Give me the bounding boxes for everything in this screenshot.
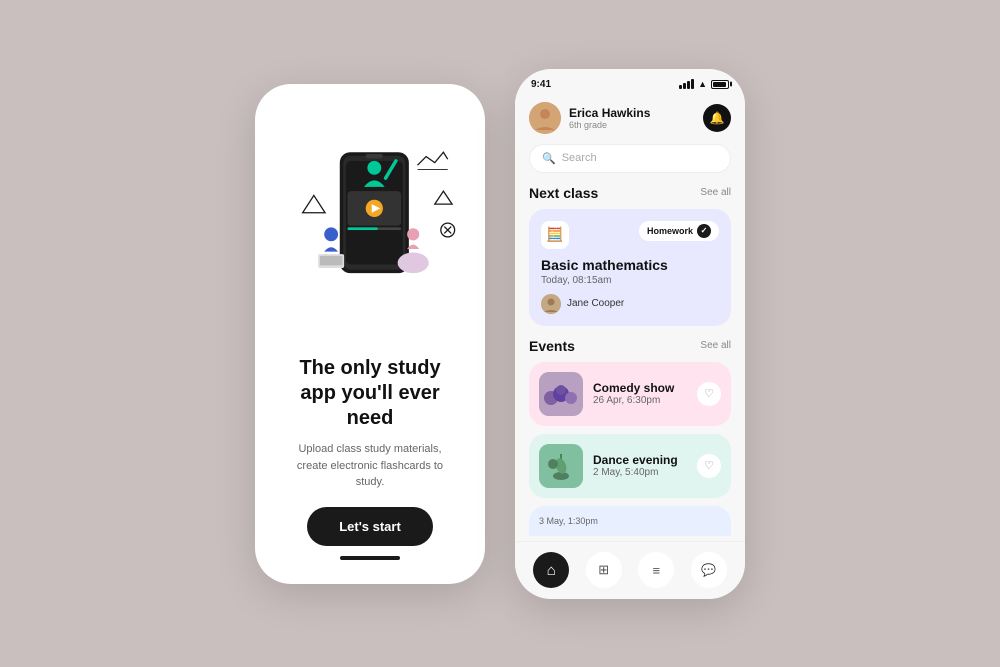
teacher-avatar <box>541 294 561 314</box>
next-class-header: Next class See all <box>515 185 745 209</box>
nav-home-button[interactable]: ⌂ <box>533 552 569 588</box>
events-header: Events See all <box>515 338 745 362</box>
battery-icon <box>711 80 729 89</box>
notification-bell-button[interactable]: 🔔 <box>703 104 731 132</box>
calculator-icon: 🧮 <box>541 221 569 249</box>
event-card-2[interactable]: Dance evening 2 May, 5:40pm ♡ <box>529 434 731 498</box>
nav-chat-button[interactable]: 💬 <box>691 552 727 588</box>
heart-button-1[interactable]: ♡ <box>697 382 721 406</box>
events-see-all[interactable]: See all <box>700 340 731 351</box>
sub-heading: Upload class study materials, create ele… <box>285 441 455 491</box>
bottom-nav: ⌂ ⊞ ≡ 💬 <box>515 541 745 599</box>
event-card-1[interactable]: Comedy show 26 Apr, 6:30pm ♡ <box>529 362 731 426</box>
search-placeholder: Search <box>562 152 597 164</box>
event-card-3-partial: 3 May, 1:30pm <box>529 506 731 536</box>
event-info-2: Dance evening 2 May, 5:40pm <box>593 453 687 478</box>
heart-button-2[interactable]: ♡ <box>697 454 721 478</box>
nav-grid-button[interactable]: ⊞ <box>586 552 622 588</box>
home-nav-icon: ⌂ <box>547 562 556 579</box>
event-date-1: 26 Apr, 6:30pm <box>593 395 687 406</box>
home-indicator <box>340 556 400 560</box>
class-name: Basic mathematics <box>541 257 719 273</box>
status-icons: ▲ <box>679 79 729 89</box>
grid-nav-icon: ⊞ <box>598 562 609 578</box>
wifi-icon: ▲ <box>698 79 707 89</box>
right-phone: 9:41 ▲ <box>515 69 745 599</box>
next-class-see-all[interactable]: See all <box>700 187 731 198</box>
partial-event-date: 3 May, 1:30pm <box>539 516 598 526</box>
teacher-info: Jane Cooper <box>541 294 719 314</box>
class-card-top: 🧮 Homework ✓ <box>541 221 719 249</box>
avatar <box>529 102 561 134</box>
illustration <box>275 104 465 357</box>
class-card[interactable]: 🧮 Homework ✓ Basic mathematics Today, 08… <box>529 209 731 326</box>
homework-label: Homework <box>647 226 693 236</box>
nav-menu-button[interactable]: ≡ <box>638 552 674 588</box>
check-icon: ✓ <box>697 224 711 238</box>
user-info: Erica Hawkins 6th grade <box>529 102 650 134</box>
events-section: Events See all Comedy show 26 Apr, 6 <box>515 338 745 536</box>
user-grade: 6th grade <box>569 120 650 130</box>
user-name: Erica Hawkins <box>569 106 650 120</box>
status-bar: 9:41 ▲ <box>515 69 745 94</box>
next-class-title: Next class <box>529 185 598 201</box>
class-time: Today, 08:15am <box>541 275 719 286</box>
event-name-1: Comedy show <box>593 381 687 395</box>
bell-icon: 🔔 <box>710 111 725 125</box>
search-icon: 🔍 <box>542 152 556 165</box>
status-time: 9:41 <box>531 79 551 90</box>
teacher-name: Jane Cooper <box>567 298 624 309</box>
homework-badge: Homework ✓ <box>639 221 719 241</box>
main-heading: The only study app you'll ever need <box>285 356 455 431</box>
user-header: Erica Hawkins 6th grade 🔔 <box>515 94 745 144</box>
user-details: Erica Hawkins 6th grade <box>569 106 650 130</box>
menu-nav-icon: ≡ <box>652 563 660 578</box>
phone-content: Erica Hawkins 6th grade 🔔 🔍 Search Next … <box>515 94 745 541</box>
event-thumb-2 <box>539 444 583 488</box>
event-date-2: 2 May, 5:40pm <box>593 467 687 478</box>
event-info-1: Comedy show 26 Apr, 6:30pm <box>593 381 687 406</box>
search-bar[interactable]: 🔍 Search <box>529 144 731 173</box>
left-phone: The only study app you'll ever need Uplo… <box>255 84 485 584</box>
chat-nav-icon: 💬 <box>701 563 716 577</box>
lets-start-button[interactable]: Let's start <box>307 507 433 546</box>
left-text-section: The only study app you'll ever need Uplo… <box>275 356 465 491</box>
event-name-2: Dance evening <box>593 453 687 467</box>
signal-icon <box>679 79 694 89</box>
events-title: Events <box>529 338 575 354</box>
event-thumb-1 <box>539 372 583 416</box>
